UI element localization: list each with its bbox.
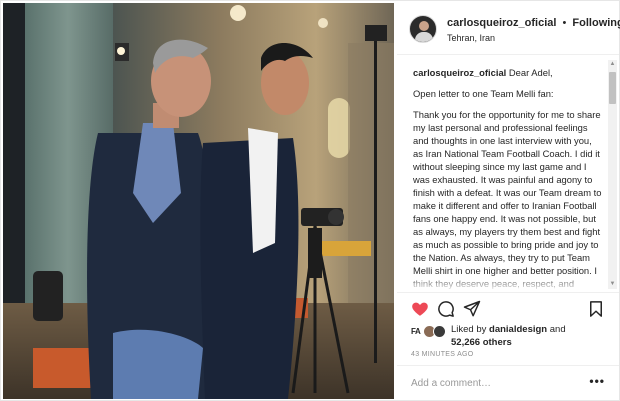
caption-fade	[397, 274, 607, 292]
scroll-up-arrow-icon[interactable]: ▲	[608, 60, 617, 69]
instagram-post: carlosqueiroz_oficial • Following Tehran…	[0, 0, 620, 401]
liked-by-user[interactable]: danialdesign	[489, 324, 547, 335]
caption-body: Thank you for the opportunity for me to …	[413, 109, 602, 292]
caption-title: Open letter to one Team Melli fan:	[413, 88, 554, 99]
scroll-down-arrow-icon[interactable]: ▼	[608, 280, 617, 289]
post-timestamp[interactable]: 43 MINUTES AGO	[411, 351, 474, 358]
post-photo[interactable]	[3, 3, 394, 399]
post-side-panel: carlosqueiroz_oficial • Following Tehran…	[397, 3, 620, 399]
likes-row: FA Liked by danialdesign and 52,266 othe…	[411, 323, 611, 351]
caption-first-line: carlosqueiroz_oficial Dear Adel,	[413, 66, 603, 79]
heart-icon[interactable]	[411, 300, 429, 318]
avatar-head	[419, 21, 429, 31]
header-username[interactable]: carlosqueiroz_oficial	[447, 17, 556, 29]
bookmark-icon[interactable]	[587, 300, 605, 318]
photo-scene	[3, 3, 394, 399]
post-header: carlosqueiroz_oficial • Following Tehran…	[397, 3, 620, 55]
caption-username[interactable]: carlosqueiroz_oficial	[413, 67, 506, 78]
following-button[interactable]: Following	[572, 17, 620, 29]
liker-avatars: FA	[411, 325, 451, 339]
liker-badge: FA	[411, 327, 421, 336]
comment-bar: •••	[397, 365, 619, 399]
likes-summary: Liked by danialdesign and 52,266 others	[451, 323, 566, 349]
caption-scrollbar[interactable]: ▲ ▼	[608, 60, 617, 289]
liked-by-prefix: Liked by	[451, 324, 487, 335]
avatar-body	[415, 32, 433, 42]
caption-greeting: Dear Adel,	[508, 67, 553, 78]
scroll-thumb[interactable]	[609, 72, 616, 104]
location-link[interactable]: Tehran, Iran	[447, 33, 495, 43]
header-user-line: carlosqueiroz_oficial • Following	[447, 17, 620, 29]
liker-avatar[interactable]	[433, 325, 446, 338]
likes-count[interactable]: 52,266 others	[451, 337, 512, 348]
share-icon[interactable]	[463, 300, 481, 318]
more-options-icon[interactable]: •••	[589, 374, 605, 388]
header-separator: •	[562, 17, 567, 29]
action-bar	[397, 294, 619, 324]
comment-icon[interactable]	[437, 300, 455, 318]
avatar[interactable]	[409, 15, 437, 43]
comment-input[interactable]	[411, 376, 581, 390]
liked-by-and: and	[549, 324, 566, 335]
caption: carlosqueiroz_oficial Dear Adel, Open le…	[413, 66, 603, 292]
caption-scroll-area[interactable]: carlosqueiroz_oficial Dear Adel, Open le…	[397, 56, 619, 293]
